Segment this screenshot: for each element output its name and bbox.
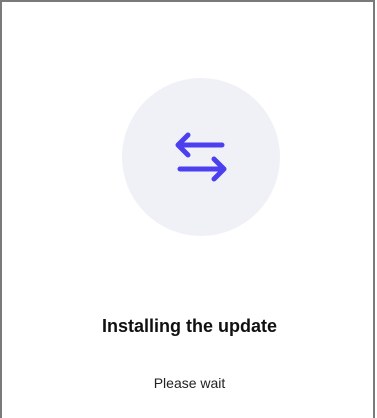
update-dialog: Installing the update Please wait: [0, 0, 375, 418]
dialog-title: Installing the update: [101, 316, 277, 336]
swap-arrows-icon: [174, 127, 228, 187]
icon-circle: [122, 78, 280, 236]
dialog-subtitle: Please wait: [153, 375, 226, 391]
